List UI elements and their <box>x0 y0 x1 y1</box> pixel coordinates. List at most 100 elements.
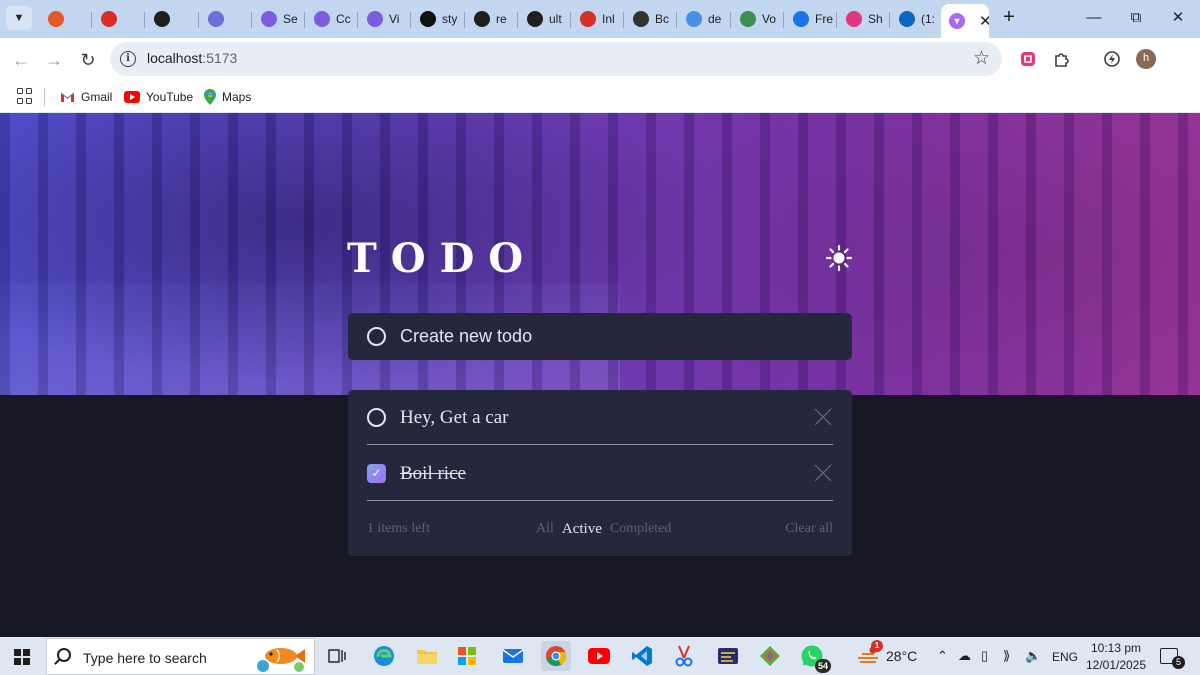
browser-tab[interactable]: Bc <box>625 6 675 32</box>
browser-tab[interactable]: re <box>466 6 516 32</box>
mail-icon[interactable] <box>498 641 528 671</box>
snipping-tool-icon[interactable] <box>669 641 699 671</box>
todo-text[interactable]: Hey, Get a car <box>400 407 508 429</box>
bookmark-star-icon[interactable]: ☆ <box>973 47 990 70</box>
clock[interactable]: 10:13 pm 12/01/2025 <box>1085 640 1147 674</box>
notifications-icon[interactable]: 5 <box>1160 648 1185 669</box>
whatsapp-badge: 54 <box>815 659 831 673</box>
performance-icon[interactable] <box>1101 48 1123 70</box>
browser-tab[interactable]: Inl <box>572 6 622 32</box>
tab-separator <box>357 12 358 28</box>
tab-label: Inl <box>602 12 615 26</box>
browser-tab[interactable] <box>200 6 250 32</box>
chrome-icon[interactable] <box>541 641 571 671</box>
vscode-icon[interactable] <box>627 641 657 671</box>
tab-favicon-icon <box>793 11 809 27</box>
weather-icon[interactable]: 1 <box>853 640 883 671</box>
app-icon[interactable] <box>713 641 743 671</box>
browser-tab[interactable] <box>40 6 90 32</box>
browser-tab[interactable]: Sh <box>838 6 888 32</box>
filter-completed[interactable]: Completed <box>610 521 671 538</box>
delete-todo-button[interactable] <box>813 463 833 483</box>
taskbar-search-box[interactable]: Type here to search <box>46 638 315 675</box>
temperature[interactable]: 28°C <box>886 648 917 664</box>
browser-tab[interactable]: Vi <box>359 6 409 32</box>
bookmark-maps[interactable]: Maps <box>204 87 251 107</box>
profile-avatar[interactable]: h <box>1136 49 1156 69</box>
clock-time: 10:13 pm <box>1090 641 1142 655</box>
onedrive-icon[interactable]: ☁ <box>958 648 971 664</box>
tab-separator <box>144 12 145 28</box>
close-tab-icon[interactable]: ✕ <box>979 12 989 30</box>
back-button[interactable]: ← <box>7 46 35 74</box>
task-view-icon[interactable] <box>322 641 352 671</box>
browser-tab[interactable] <box>93 6 143 32</box>
tab-separator <box>198 12 199 28</box>
restore-button[interactable]: ⧉ <box>1114 4 1158 32</box>
create-todo-input[interactable] <box>400 322 830 350</box>
microsoft-store-icon[interactable] <box>452 641 482 671</box>
language-indicator[interactable]: ENG <box>1052 650 1078 664</box>
theme-toggle-button[interactable] <box>825 244 853 272</box>
todo-item[interactable]: Hey, Get a car <box>367 390 833 445</box>
bookmarks-bar: Gmail YouTube Maps <box>0 82 1200 113</box>
git-client-icon[interactable] <box>755 641 785 671</box>
browser-tab[interactable] <box>146 6 196 32</box>
todo-checkbox[interactable] <box>367 408 386 427</box>
browser-tab[interactable]: sty <box>412 6 462 32</box>
file-explorer-icon[interactable] <box>412 641 442 671</box>
minimize-button[interactable]: — <box>1072 4 1116 32</box>
browser-tab[interactable]: (1: <box>891 6 941 32</box>
fish-illustration-icon <box>257 648 305 672</box>
bookmark-youtube[interactable]: YouTube <box>124 87 193 107</box>
forward-button[interactable]: → <box>40 46 68 74</box>
browser-tab[interactable]: ult <box>519 6 569 32</box>
whatsapp-icon[interactable]: 54 <box>797 641 831 673</box>
tab-favicon-icon <box>580 11 596 27</box>
volume-icon[interactable]: 🔈 <box>1025 648 1041 664</box>
todo-checkbox-checked[interactable]: ✓ <box>367 464 386 483</box>
reload-button[interactable]: ↻ <box>74 46 102 74</box>
tab-separator <box>783 12 784 28</box>
browser-tab[interactable]: Cc <box>306 6 356 32</box>
browser-tab[interactable]: Fre <box>785 6 835 32</box>
tab-separator <box>410 12 411 28</box>
todo-item[interactable]: ✓ Boil rice <box>367 446 833 501</box>
tab-favicon-icon <box>420 11 436 27</box>
tab-favicon-icon <box>367 11 383 27</box>
app-title: TODO <box>347 235 538 282</box>
browser-tab[interactable]: de <box>678 6 728 32</box>
close-window-button[interactable]: ✕ <box>1156 4 1200 32</box>
browser-tab[interactable]: Vo <box>732 6 782 32</box>
tab-label: re <box>496 12 507 26</box>
tab-label: Fre <box>815 12 833 26</box>
windows-start-icon[interactable] <box>14 649 30 665</box>
filter-active[interactable]: Active <box>562 521 602 538</box>
battery-icon[interactable]: ▯ <box>981 648 988 664</box>
wifi-icon[interactable]: ⟫ <box>1003 648 1010 664</box>
site-info-icon[interactable]: i <box>120 51 136 67</box>
create-todo-checkbox[interactable] <box>367 327 386 346</box>
clear-all-button[interactable]: Clear all <box>785 521 833 537</box>
show-hidden-icons-chevron-up-icon[interactable]: ⌃ <box>937 648 948 664</box>
url-text[interactable]: localhost:5173 <box>147 50 237 66</box>
tab-active[interactable]: ▼ ✕ <box>941 4 989 38</box>
youtube-app-icon[interactable] <box>584 641 614 671</box>
tab-separator <box>889 12 890 28</box>
delete-todo-button[interactable] <box>813 407 833 427</box>
notification-count: 5 <box>1172 656 1185 669</box>
tab-search-button[interactable]: ▼ <box>6 6 32 30</box>
cross-icon <box>814 464 832 482</box>
tab-separator <box>730 12 731 28</box>
address-bar[interactable]: i localhost:5173 ☆ <box>110 42 1002 76</box>
edge-icon[interactable] <box>369 641 399 671</box>
new-tab-button[interactable]: + <box>998 6 1020 30</box>
filter-all[interactable]: All <box>536 521 554 538</box>
bookmark-gmail[interactable]: Gmail <box>60 87 112 107</box>
todo-text[interactable]: Boil rice <box>400 463 466 485</box>
tab-separator <box>570 12 571 28</box>
extension-icon[interactable] <box>1017 48 1039 70</box>
apps-grid-icon[interactable] <box>17 88 33 104</box>
browser-tab[interactable]: Se <box>253 6 303 32</box>
extensions-puzzle-icon[interactable] <box>1051 48 1073 70</box>
